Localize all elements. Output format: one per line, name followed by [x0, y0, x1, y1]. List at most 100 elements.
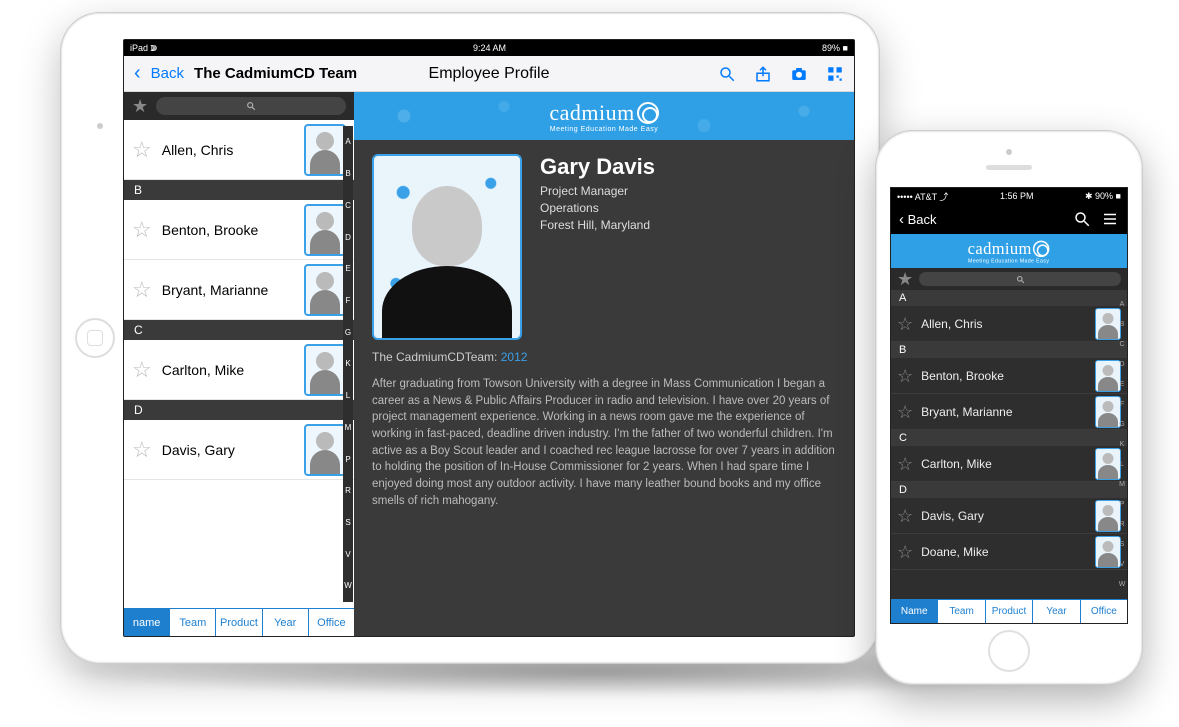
row-star-icon[interactable]: ☆ — [132, 279, 152, 301]
profile-photo — [372, 154, 522, 340]
index-letter[interactable]: S — [1118, 541, 1126, 548]
iphone-home-button[interactable] — [988, 630, 1030, 672]
row-star-icon[interactable]: ☆ — [132, 219, 152, 241]
qr-icon[interactable] — [826, 65, 844, 83]
sort-tabs[interactable]: nameTeamProductYearOffice — [124, 608, 354, 636]
index-letter[interactable]: P — [343, 455, 353, 464]
sort-tab[interactable]: Product — [216, 609, 262, 636]
menu-icon[interactable] — [1101, 210, 1119, 228]
sort-tab[interactable]: Product — [986, 600, 1033, 623]
alpha-index[interactable]: A B C D E F G K L M P R S V W — [343, 126, 353, 602]
list-item[interactable]: ☆Bryant, Marianne — [891, 394, 1127, 430]
index-letter[interactable]: D — [1118, 361, 1126, 368]
index-letter[interactable]: G — [343, 328, 353, 337]
employee-name: Allen, Chris — [921, 317, 1087, 331]
back-chevron-icon[interactable]: ‹ — [134, 62, 141, 85]
index-letter[interactable]: A — [343, 137, 353, 146]
sidebar-search[interactable] — [156, 97, 346, 115]
index-letter[interactable]: W — [343, 581, 353, 590]
index-letter[interactable]: P — [1118, 501, 1126, 508]
list-item[interactable]: ☆ Davis, Gary — [124, 420, 354, 480]
index-letter[interactable]: K — [343, 359, 353, 368]
index-letter[interactable]: S — [343, 518, 353, 527]
index-letter[interactable]: G — [1118, 421, 1126, 428]
index-letter[interactable]: V — [1118, 561, 1126, 568]
avatar — [304, 344, 346, 396]
favorites-star-icon[interactable]: ★ — [132, 97, 148, 115]
status-battery: 89% ■ — [822, 43, 848, 53]
index-letter[interactable]: L — [1118, 461, 1126, 468]
employee-list[interactable]: ☆ Allen, Chris B ☆ Benton, Brooke ☆ Brya… — [124, 120, 354, 608]
employee-name: Allen, Chris — [162, 142, 294, 158]
index-letter[interactable]: R — [343, 486, 353, 495]
alpha-index[interactable]: A B C D E F G K L M P R S V W — [1118, 294, 1126, 595]
row-star-icon[interactable]: ☆ — [132, 439, 152, 461]
list-item[interactable]: ☆ Allen, Chris — [124, 120, 354, 180]
index-letter[interactable]: M — [343, 423, 353, 432]
brand-tagline: Meeting Education Made Easy — [550, 126, 658, 133]
index-letter[interactable]: F — [1118, 401, 1126, 408]
list-item[interactable]: ☆Davis, Gary — [891, 498, 1127, 534]
iphone-frame: ••••• AT&T ⤴ 1:56 PM ✱ 90% ■ ‹ Back cadm… — [875, 130, 1143, 685]
avatar — [304, 124, 346, 176]
employee-list[interactable]: A ☆ Allen, Chris B ☆Benton, Brooke☆Bryant, M… — [891, 290, 1127, 599]
sort-tab[interactable]: Office — [1081, 600, 1127, 623]
section-header: C — [891, 430, 1127, 446]
index-letter[interactable]: A — [1118, 301, 1126, 308]
index-letter[interactable]: V — [343, 550, 353, 559]
index-letter[interactable]: L — [343, 391, 353, 400]
row-star-icon[interactable]: ☆ — [897, 403, 913, 421]
ipad-home-button[interactable] — [75, 318, 115, 358]
brand-cd-icon — [637, 102, 659, 124]
list-item[interactable]: ☆ Benton, Brooke — [124, 200, 354, 260]
avatar — [304, 424, 346, 476]
index-letter[interactable]: B — [343, 169, 353, 178]
sort-tab[interactable]: name — [124, 609, 170, 636]
sort-tabs[interactable]: NameTeamProductYearOffice — [891, 599, 1127, 623]
list-item[interactable]: ☆ Allen, Chris — [891, 306, 1127, 342]
page-title: Employee Profile — [429, 65, 550, 83]
profile-name: Gary Davis — [540, 154, 655, 180]
list-item[interactable]: ☆ Bryant, Marianne — [124, 260, 354, 320]
sort-tab[interactable]: Year — [1033, 600, 1080, 623]
index-letter[interactable]: D — [343, 233, 353, 242]
row-star-icon[interactable]: ☆ — [132, 359, 152, 381]
ipad-frame: iPad ↇ 9:24 AM 89% ■ ‹ Back The CadmiumC… — [60, 12, 880, 664]
search-icon[interactable] — [1073, 210, 1091, 228]
list-item[interactable]: ☆Benton, Brooke — [891, 358, 1127, 394]
sort-tab[interactable]: Office — [309, 609, 354, 636]
index-letter[interactable]: E — [343, 264, 353, 273]
favorites-star-icon[interactable]: ★ — [897, 270, 913, 288]
search-input[interactable] — [919, 272, 1121, 286]
sort-tab[interactable]: Team — [938, 600, 985, 623]
row-star-icon[interactable]: ☆ — [132, 139, 152, 161]
index-letter[interactable]: C — [343, 201, 353, 210]
sort-tab[interactable]: Team — [170, 609, 216, 636]
index-letter[interactable]: R — [1118, 521, 1126, 528]
back-button[interactable]: Back — [151, 65, 184, 82]
index-letter[interactable]: M — [1118, 481, 1126, 488]
index-letter[interactable]: E — [1118, 381, 1126, 388]
row-star-icon[interactable]: ☆ — [897, 315, 913, 333]
list-item[interactable]: ☆Doane, Mike — [891, 534, 1127, 570]
avatar — [304, 264, 346, 316]
search-icon[interactable] — [718, 65, 736, 83]
back-button[interactable]: ‹ Back — [899, 211, 937, 228]
row-star-icon[interactable]: ☆ — [897, 543, 913, 561]
list-item[interactable]: ☆Carlton, Mike — [891, 446, 1127, 482]
sort-tab[interactable]: Year — [263, 609, 309, 636]
row-star-icon[interactable]: ☆ — [897, 455, 913, 473]
camera-icon[interactable] — [790, 65, 808, 83]
share-icon[interactable] — [754, 65, 772, 83]
row-star-icon[interactable]: ☆ — [897, 367, 913, 385]
profile-role: Project Manager — [540, 184, 655, 198]
index-letter[interactable]: B — [1118, 321, 1126, 328]
row-star-icon[interactable]: ☆ — [897, 507, 913, 525]
list-item[interactable]: ☆ Carlton, Mike — [124, 340, 354, 400]
sort-tab[interactable]: Name — [891, 600, 938, 623]
index-letter[interactable]: F — [343, 296, 353, 305]
index-letter[interactable]: C — [1118, 341, 1126, 348]
index-letter[interactable]: W — [1118, 581, 1126, 588]
joined-line: The CadmiumCDTeam: 2012 — [354, 346, 854, 368]
index-letter[interactable]: K — [1118, 441, 1126, 448]
